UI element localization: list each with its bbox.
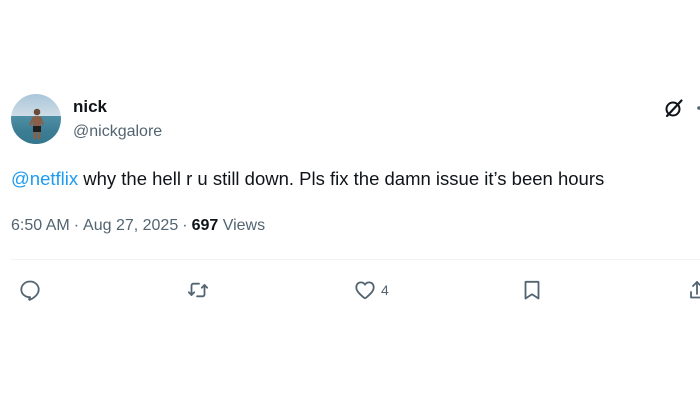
heart-icon: [355, 281, 375, 300]
more-icon[interactable]: [693, 97, 700, 119]
meta-separator: ·: [182, 217, 188, 234]
share-icon: [690, 281, 700, 299]
tweet-detail: nick @nickgalore @netflix why the hell r…: [0, 0, 700, 400]
grok-icon[interactable]: [663, 97, 685, 119]
tweet-body: why the hell r u still down. Pls fix the…: [78, 168, 605, 189]
display-name[interactable]: nick: [73, 96, 107, 118]
reply-button[interactable]: [18, 278, 42, 302]
bookmark-button[interactable]: [520, 278, 544, 302]
avatar-photo: [11, 94, 61, 144]
divider: [11, 259, 700, 260]
tweet-text: @netflix why the hell r u still down. Pl…: [11, 166, 691, 192]
retweet-icon: [187, 282, 209, 298]
mention-link[interactable]: @netflix: [11, 168, 78, 189]
user-handle[interactable]: @nickgalore: [73, 122, 162, 142]
views-count: 697: [191, 217, 219, 234]
tweet-date[interactable]: Aug 27, 2025: [83, 217, 178, 234]
retweet-button[interactable]: [186, 278, 210, 302]
tweet-time[interactable]: 6:50 AM: [11, 217, 70, 234]
avatar[interactable]: [11, 94, 61, 144]
meta-separator: ·: [73, 217, 80, 234]
reply-icon: [20, 280, 40, 301]
like-count: 4: [381, 282, 389, 298]
bookmark-icon: [524, 280, 540, 300]
like-button[interactable]: 4: [353, 278, 389, 302]
views-label: Views: [222, 217, 266, 234]
tweet-meta: 6:50 AM · Aug 27, 2025 · 697 Views: [11, 215, 265, 237]
share-button[interactable]: [688, 278, 700, 302]
